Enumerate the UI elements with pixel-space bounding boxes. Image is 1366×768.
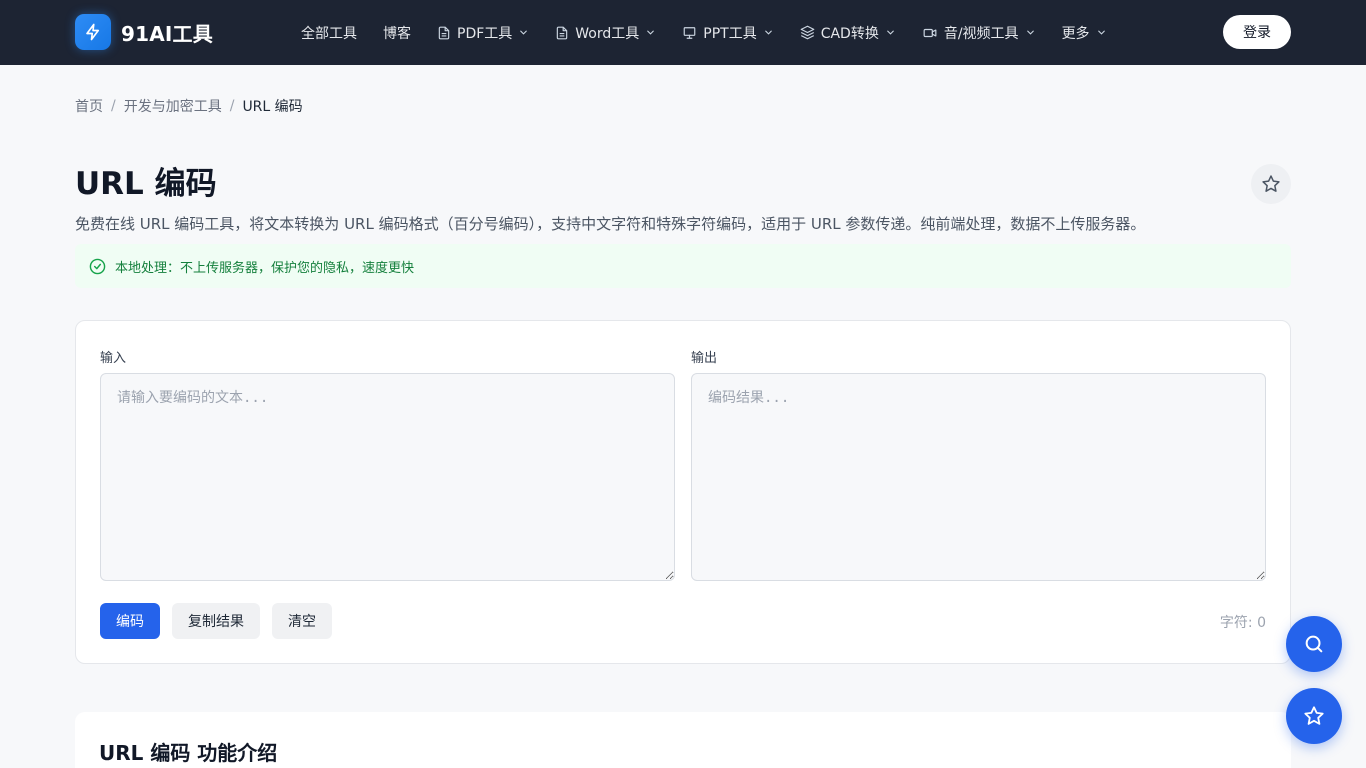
nav-item-label: CAD转换 xyxy=(820,25,879,42)
nav-item-ppt-tools[interactable]: PPT工具 xyxy=(682,23,773,43)
copy-result-button[interactable]: 复制结果 xyxy=(172,603,260,639)
intro-section: URL 编码 功能介绍 xyxy=(75,712,1291,768)
chevron-down-icon xyxy=(647,30,655,35)
intro-title: URL 编码 功能介绍 xyxy=(99,741,278,765)
layers-icon xyxy=(800,25,815,40)
output-textarea[interactable] xyxy=(691,373,1266,581)
file-icon xyxy=(438,26,450,39)
presentation-icon xyxy=(683,26,696,39)
privacy-notice-text: 本地处理：不上传服务器，保护您的隐私，速度更快 xyxy=(115,260,415,276)
nav-item-label: PPT工具 xyxy=(703,25,757,42)
nav-item-pdf-tools[interactable]: PDF工具 xyxy=(437,23,529,43)
nav-item-av-tools[interactable]: 音/视频工具 xyxy=(922,23,1036,43)
star-icon xyxy=(1262,175,1280,192)
search-fab[interactable] xyxy=(1286,616,1342,672)
favorite-button[interactable] xyxy=(1251,164,1291,204)
breadcrumb-separator: / xyxy=(229,98,235,114)
breadcrumb-separator: / xyxy=(111,98,116,114)
search-icon xyxy=(1305,635,1323,653)
page-description: 免费在线 URL 编码工具，将文本转换为 URL 编码格式（百分号编码），支持中… xyxy=(75,215,1146,233)
breadcrumb-home[interactable]: 首页 xyxy=(75,96,103,116)
chevron-down-icon xyxy=(887,30,894,35)
privacy-notice: 本地处理：不上传服务器，保护您的隐私，速度更快 xyxy=(75,244,1291,288)
chevron-down-icon xyxy=(764,30,772,35)
nav-item-more[interactable]: 更多 xyxy=(1062,23,1107,43)
nav-item-label: 全部工具 xyxy=(301,25,357,42)
nav-item-label: PDF工具 xyxy=(457,25,513,42)
input-textarea[interactable] xyxy=(100,373,675,581)
file-icon xyxy=(557,26,568,39)
brand-logo[interactable]: 91AI工具 xyxy=(75,14,213,50)
page-title: URL 编码 xyxy=(75,166,217,202)
clear-button[interactable]: 清空 xyxy=(272,603,332,639)
output-label: 输出 xyxy=(691,351,718,366)
encoder-card: 输入 输出 编码 复制结果 清空 字符: 0 xyxy=(75,320,1291,664)
lightning-icon xyxy=(75,14,111,50)
breadcrumb-current: URL 编码 xyxy=(242,99,303,115)
nav-item-blog[interactable]: 博客 xyxy=(383,23,411,43)
chevron-down-icon xyxy=(1097,30,1105,35)
login-button[interactable]: 登录 xyxy=(1223,15,1291,49)
nav-item-cad-convert[interactable]: CAD转换 xyxy=(800,23,896,43)
chevron-down-icon xyxy=(520,30,528,35)
char-count: 字符: 0 xyxy=(1219,615,1266,631)
brand-name: 91AI工具 xyxy=(121,21,213,46)
nav-item-label: 更多 xyxy=(1061,25,1090,42)
favorites-fab[interactable] xyxy=(1286,688,1342,744)
star-icon xyxy=(1304,706,1324,725)
top-navbar: 91AI工具 全部工具 博客 PDF工具 Word工具 PPT工具 CAD转换 xyxy=(0,0,1366,65)
chevron-down-icon xyxy=(1026,30,1034,35)
breadcrumb-category[interactable]: 开发与加密工具 xyxy=(124,96,222,116)
nav-item-word-tools[interactable]: Word工具 xyxy=(555,23,656,43)
nav-item-label: Word工具 xyxy=(575,25,640,42)
input-label: 输入 xyxy=(100,351,127,366)
check-circle-icon xyxy=(89,258,106,274)
nav-item-label: 音/视频工具 xyxy=(943,25,1019,42)
breadcrumb: 首页 / 开发与加密工具 / URL 编码 xyxy=(75,96,303,116)
encode-button[interactable]: 编码 xyxy=(100,603,160,639)
main-nav: 全部工具 博客 PDF工具 Word工具 PPT工具 CAD转换 音/视频工具 xyxy=(301,0,1133,65)
nav-item-all-tools[interactable]: 全部工具 xyxy=(301,23,357,43)
nav-item-label: 博客 xyxy=(383,25,411,42)
video-icon xyxy=(923,28,937,37)
